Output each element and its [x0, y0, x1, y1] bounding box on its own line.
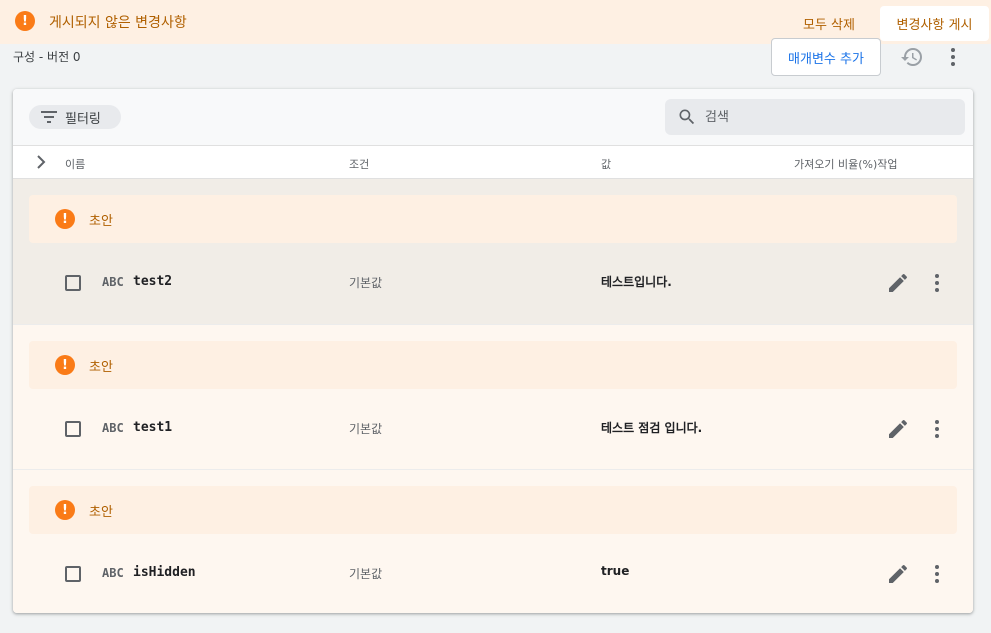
parameter-key: test1	[133, 420, 173, 435]
row-more-options-icon[interactable]	[928, 564, 946, 584]
draft-label: 초안	[89, 360, 113, 375]
parameter-value: 테스트 점검 입니다.	[601, 421, 703, 435]
edit-pencil-icon[interactable]	[886, 417, 910, 441]
add-parameter-button[interactable]: 매개변수 추가	[771, 38, 881, 76]
table-row[interactable]: ABC test1 기본값 테스트 점검 입니다.	[13, 405, 973, 453]
parameter-value: 테스트입니다.	[601, 275, 672, 289]
table-header: 이름 조건 값 가져오기 비율(%)작업	[13, 145, 973, 179]
draft-indicator: ! 초안	[29, 195, 957, 243]
type-string-icon: ABC	[102, 421, 124, 435]
row-more-options-icon[interactable]	[928, 419, 946, 439]
publish-changes-button[interactable]: 변경사항 게시	[880, 6, 989, 41]
type-string-icon: ABC	[102, 275, 124, 289]
warning-icon: !	[55, 500, 75, 520]
type-string-icon: ABC	[102, 566, 124, 580]
draft-label: 초안	[89, 505, 113, 520]
history-icon[interactable]	[900, 45, 924, 69]
chevron-right-icon[interactable]	[33, 154, 49, 170]
parameter-group: ! 초안 ABC test1 기본값 테스트 점검 입니다.	[13, 324, 973, 469]
draft-label: 초안	[89, 214, 113, 229]
filter-icon	[41, 111, 57, 123]
parameter-value: true	[601, 564, 630, 578]
search-input[interactable]	[705, 109, 945, 125]
edit-pencil-icon[interactable]	[886, 562, 910, 586]
filter-label: 필터링	[65, 111, 101, 127]
table-row[interactable]: ABC isHidden 기본값 true	[13, 550, 973, 598]
row-more-options-icon[interactable]	[928, 273, 946, 293]
parameter-condition: 기본값	[349, 422, 383, 436]
search-icon	[679, 109, 695, 125]
edit-pencil-icon[interactable]	[886, 271, 910, 295]
warning-icon: !	[15, 11, 35, 31]
column-header-fetch-ratio-actions: 가져오기 비율(%)작업	[794, 158, 898, 171]
draft-indicator: ! 초안	[29, 341, 957, 389]
parameter-condition: 기본값	[349, 276, 383, 290]
draft-indicator: ! 초안	[29, 486, 957, 534]
parameter-group: ! 초안 ABC isHidden 기본값 true	[13, 469, 973, 613]
column-header-condition: 조건	[349, 158, 370, 171]
row-checkbox[interactable]	[65, 275, 81, 291]
parameters-card: 필터링 이름 조건 값 가져오기 비율(%)작업 ! 초안 ABC test2 …	[13, 89, 973, 613]
warning-icon: !	[55, 355, 75, 375]
parameter-condition: 기본값	[349, 567, 383, 581]
delete-all-button[interactable]: 모두 삭제	[786, 7, 872, 39]
warning-icon: !	[55, 209, 75, 229]
column-header-name[interactable]: 이름	[65, 156, 85, 172]
column-header-value: 값	[601, 158, 612, 171]
config-version-label: 구성 - 버전 0	[13, 50, 81, 64]
banner-message: 게시되지 않은 변경사항	[49, 15, 187, 31]
row-checkbox[interactable]	[65, 566, 81, 582]
filter-chip[interactable]: 필터링	[29, 105, 121, 129]
parameter-key: test2	[133, 274, 173, 289]
parameter-key: isHidden	[133, 565, 196, 580]
table-row[interactable]: ABC test2 기본값 테스트입니다.	[13, 259, 973, 307]
row-checkbox[interactable]	[65, 421, 81, 437]
parameter-group: ! 초안 ABC test2 기본값 테스트입니다.	[13, 179, 973, 324]
search-box[interactable]	[665, 99, 965, 135]
more-options-icon[interactable]	[944, 46, 962, 68]
table-toolbar: 필터링	[13, 89, 973, 145]
